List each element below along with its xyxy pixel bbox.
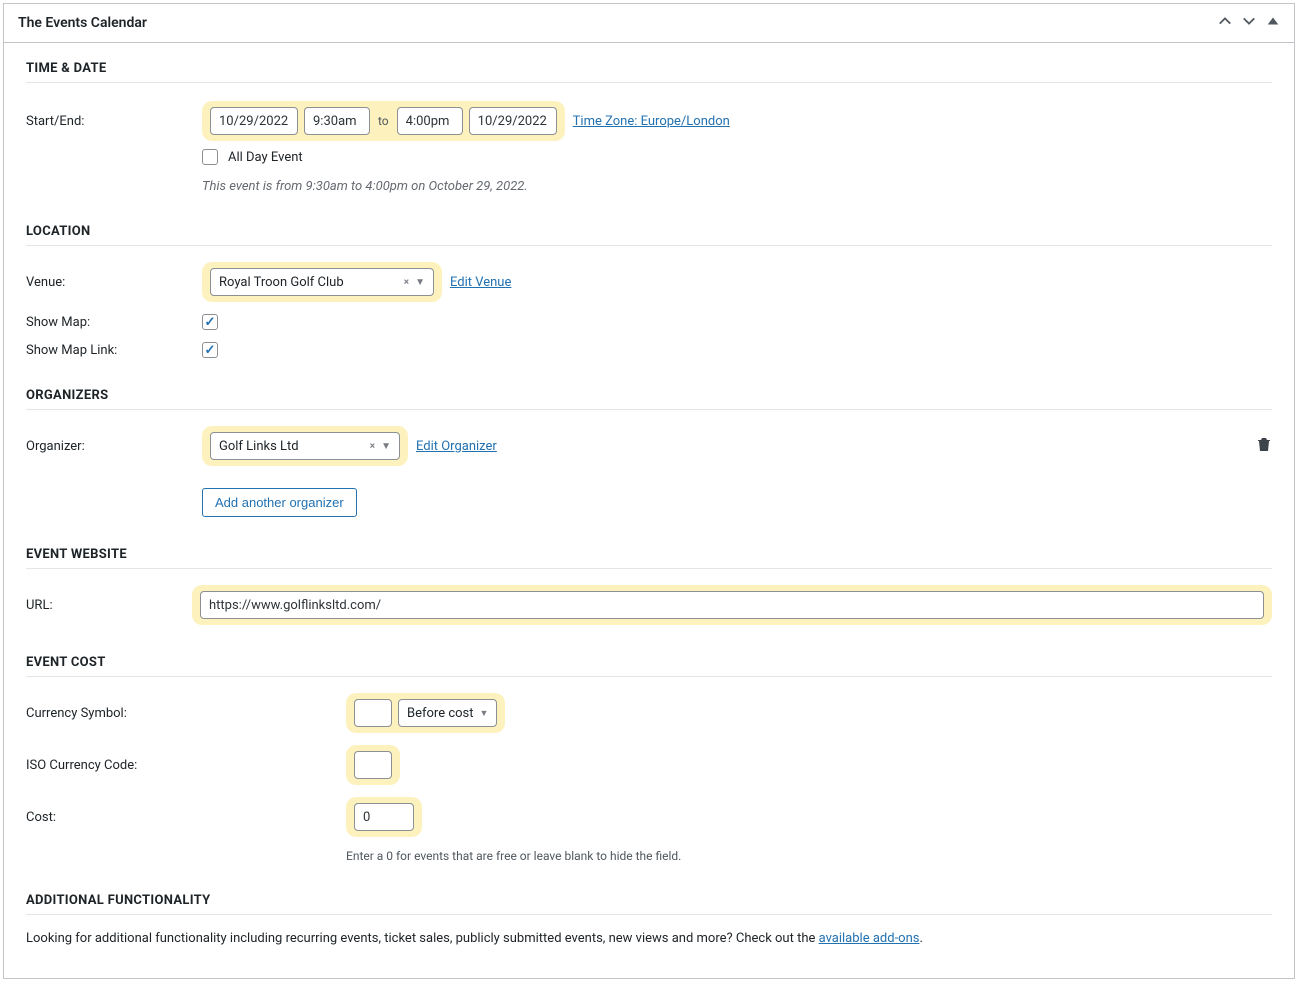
currency-position-select[interactable]: Before cost ▼	[398, 699, 497, 727]
cost-hint: Enter a 0 for events that are free or le…	[346, 849, 681, 863]
panel-title: The Events Calendar	[18, 15, 147, 31]
iso-highlight	[346, 745, 400, 785]
organizer-row: Organizer: Golf Links Ltd × ▼ Edit Organ…	[26, 420, 1272, 472]
currency-position-dropdown-icon: ▼	[480, 708, 489, 719]
venue-label: Venue:	[26, 275, 202, 290]
cost-hint-row: Enter a 0 for events that are free or le…	[26, 843, 1272, 869]
organizer-clear-icon[interactable]: ×	[370, 441, 375, 452]
url-row: URL:	[26, 579, 1272, 631]
datetime-highlight: to	[202, 101, 565, 141]
venue-row: Venue: Royal Troon Golf Club × ▼ Edit Ve…	[26, 256, 1272, 308]
show-map-link-row: Show Map Link:	[26, 336, 1272, 364]
currency-symbol-label: Currency Symbol:	[26, 706, 346, 721]
cost-label: Cost:	[26, 810, 346, 825]
all-day-row: All Day Event	[26, 147, 1272, 171]
currency-highlight: Before cost ▼	[346, 693, 505, 733]
time-hint-row: This event is from 9:30am to 4:00pm on O…	[26, 171, 1272, 200]
venue-highlight: Royal Troon Golf Club × ▼	[202, 262, 442, 302]
iso-code-label: ISO Currency Code:	[26, 758, 346, 773]
available-addons-link[interactable]: available add-ons	[819, 931, 920, 946]
additional-text-pre: Looking for additional functionality inc…	[26, 931, 819, 946]
start-date-input[interactable]	[210, 107, 298, 135]
time-hint: This event is from 9:30am to 4:00pm on O…	[202, 179, 528, 194]
panel-body: TIME & DATE Start/End: to Time Zone: Eur…	[4, 43, 1294, 978]
section-organizers-heading: ORGANIZERS	[26, 388, 1272, 410]
panel-down-icon[interactable]	[1242, 14, 1256, 32]
currency-position-value: Before cost	[407, 706, 474, 721]
url-label: URL:	[26, 598, 192, 613]
end-time-input[interactable]	[397, 107, 463, 135]
all-day-label: All Day Event	[228, 150, 303, 165]
show-map-row: Show Map:	[26, 308, 1272, 336]
iso-code-input[interactable]	[354, 751, 392, 779]
events-calendar-panel: The Events Calendar TIME & DATE Start/En…	[3, 3, 1295, 979]
organizer-highlight: Golf Links Ltd × ▼	[202, 426, 408, 466]
section-time-date-heading: TIME & DATE	[26, 61, 1272, 83]
additional-text: Looking for additional functionality inc…	[26, 929, 1272, 950]
venue-value: Royal Troon Golf Club	[219, 275, 344, 290]
delete-organizer-icon[interactable]	[1256, 436, 1272, 456]
to-label: to	[376, 114, 391, 128]
organizer-label: Organizer:	[26, 439, 202, 454]
edit-venue-link[interactable]: Edit Venue	[450, 275, 511, 290]
add-organizer-row: Add another organizer	[26, 482, 1272, 523]
start-end-controls: to Time Zone: Europe/London	[202, 101, 1272, 141]
cost-input[interactable]	[354, 803, 414, 831]
organizer-dropdown-icon[interactable]: ▼	[381, 441, 391, 452]
add-organizer-button[interactable]: Add another organizer	[202, 488, 357, 517]
start-end-row: Start/End: to Time Zone: Europe/London	[26, 95, 1272, 147]
section-additional-heading: ADDITIONAL FUNCTIONALITY	[26, 893, 1272, 915]
start-time-input[interactable]	[304, 107, 370, 135]
organizer-value: Golf Links Ltd	[219, 439, 299, 454]
section-website-heading: EVENT WEBSITE	[26, 547, 1272, 569]
cost-highlight	[346, 797, 422, 837]
organizer-select[interactable]: Golf Links Ltd × ▼	[210, 432, 400, 460]
iso-row: ISO Currency Code:	[26, 739, 1272, 791]
url-input[interactable]	[200, 591, 1264, 619]
all-day-checkbox[interactable]	[202, 149, 218, 165]
currency-symbol-input[interactable]	[354, 699, 392, 727]
currency-row: Currency Symbol: Before cost ▼	[26, 687, 1272, 739]
show-map-label: Show Map:	[26, 315, 202, 330]
section-location-heading: LOCATION	[26, 224, 1272, 246]
additional-text-post: .	[919, 931, 922, 946]
cost-row: Cost:	[26, 791, 1272, 843]
panel-collapse-icon[interactable]	[1266, 14, 1280, 32]
timezone-link[interactable]: Time Zone: Europe/London	[573, 114, 730, 129]
section-cost-heading: EVENT COST	[26, 655, 1272, 677]
end-date-input[interactable]	[469, 107, 557, 135]
edit-organizer-link[interactable]: Edit Organizer	[416, 439, 497, 454]
url-highlight	[192, 585, 1272, 625]
panel-header: The Events Calendar	[4, 4, 1294, 43]
start-end-label: Start/End:	[26, 114, 202, 129]
show-map-link-label: Show Map Link:	[26, 343, 202, 358]
show-map-checkbox[interactable]	[202, 314, 218, 330]
panel-actions	[1218, 14, 1280, 32]
venue-clear-icon[interactable]: ×	[404, 277, 409, 288]
show-map-link-checkbox[interactable]	[202, 342, 218, 358]
venue-dropdown-icon[interactable]: ▼	[415, 277, 425, 288]
venue-select[interactable]: Royal Troon Golf Club × ▼	[210, 268, 434, 296]
panel-up-icon[interactable]	[1218, 14, 1232, 32]
